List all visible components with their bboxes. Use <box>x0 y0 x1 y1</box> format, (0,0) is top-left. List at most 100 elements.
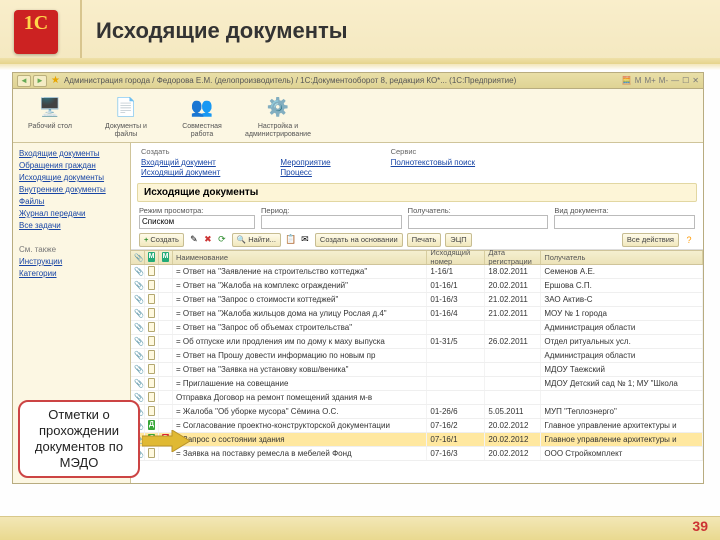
mail-icon[interactable]: ✉ <box>299 234 311 246</box>
table-row[interactable]: = Ответ на "Жалоба на комплекс ограждени… <box>131 279 703 293</box>
table-row[interactable]: ДР= Запрос о состоянии здания07-16/120.0… <box>131 433 703 447</box>
table-row[interactable]: = Ответ на "Жалоба жильцов дома на улицу… <box>131 307 703 321</box>
col-name[interactable]: Наименование <box>173 251 427 264</box>
cell-recipient: МДОУ Таежский <box>541 363 703 376</box>
table-row[interactable]: = Ответ на Прошу довести информацию по н… <box>131 349 703 363</box>
filter-period-label: Период: <box>261 206 402 215</box>
cell-flag2 <box>159 349 173 362</box>
mplus-button[interactable]: M+ <box>644 76 655 85</box>
cell-name: = Ответ на "Жалоба жильцов дома на улицу… <box>173 307 427 320</box>
filter-recipient-input[interactable] <box>408 215 549 229</box>
col-reg[interactable]: Исходящий номер <box>427 251 485 264</box>
sidebar-item-instructions[interactable]: Инструкции <box>19 257 124 266</box>
admin-icon: ⚙️ <box>263 93 293 121</box>
cell-date <box>485 377 541 390</box>
create-button[interactable]: +Создать <box>139 233 184 247</box>
cell-flag1 <box>145 377 159 390</box>
m-button[interactable]: M <box>635 76 642 85</box>
favorite-icon[interactable]: ★ <box>51 75 60 86</box>
table-row[interactable]: = Ответ на "Запрос об объемах строительс… <box>131 321 703 335</box>
calc-icon[interactable]: 🧮 <box>622 76 632 85</box>
cell-reg: 1-16/1 <box>427 265 485 278</box>
documents-icon: 📄 <box>111 93 141 121</box>
cell-name: = Ответ на "Запрос об объемах строительс… <box>173 321 427 334</box>
create-header: Создать <box>141 147 220 156</box>
col-clip[interactable]: 📎 <box>131 251 145 264</box>
col-date[interactable]: Дата регистрации <box>485 251 541 264</box>
table-body: = Ответ на "Заявление на строительство к… <box>131 265 703 483</box>
edit-icon[interactable]: ✎ <box>188 234 200 246</box>
sidebar-item-files[interactable]: Файлы <box>19 197 124 206</box>
table-row[interactable]: = Ответ на "Заявка на установку ковш/вен… <box>131 363 703 377</box>
table-row[interactable]: = Жалоба "Об уборке мусора" Сёмина О.С.0… <box>131 405 703 419</box>
sidebar-item-internal[interactable]: Внутренние документы <box>19 185 124 194</box>
section-desktop[interactable]: 🖥️ Рабочий стол <box>23 93 77 140</box>
table-row[interactable]: = Заявка на поставку ремесла в мебелей Ф… <box>131 447 703 461</box>
close-button[interactable]: ✕ <box>692 76 699 85</box>
col-flag1[interactable]: M <box>145 251 159 264</box>
sidebar-item-tasks[interactable]: Все задачи <box>19 221 124 230</box>
table-row[interactable]: = Ответ на "Заявление на строительство к… <box>131 265 703 279</box>
table-row[interactable]: = Ответ на "Запрос о стоимости коттеджей… <box>131 293 703 307</box>
all-actions-button[interactable]: Все действия <box>622 233 679 247</box>
minimize-button[interactable]: — <box>671 76 679 85</box>
col-flag2[interactable]: M <box>159 251 173 264</box>
fulltext-search-link[interactable]: Полнотекстовый поиск <box>391 158 475 168</box>
find-button[interactable]: 🔍Найти... <box>232 233 281 247</box>
cell-reg: 01-16/3 <box>427 293 485 306</box>
create-event-link[interactable]: Мероприятие <box>280 158 330 168</box>
col-recipient[interactable]: Получатель <box>541 251 703 264</box>
cell-recipient: Администрация области <box>541 349 703 362</box>
cell-name: = Согласование проектно-конструкторской … <box>173 419 427 432</box>
filter-doctype-input[interactable] <box>554 215 695 229</box>
maximize-button[interactable]: ☐ <box>682 76 689 85</box>
section-collab[interactable]: 👥 Совместная работа <box>175 93 229 140</box>
sidebar-item-incoming[interactable]: Входящие документы <box>19 149 124 158</box>
sidebar-item-outgoing[interactable]: Исходящие документы <box>19 173 124 182</box>
create-incoming-link[interactable]: Входящий документ <box>141 158 220 168</box>
cell-reg <box>427 391 485 404</box>
cell-flag1 <box>145 349 159 362</box>
refresh-icon[interactable]: ⟳ <box>216 234 228 246</box>
action-bar: +Создать ✎ ✖ ⟳ 🔍Найти... 📋 ✉ Создать на … <box>131 231 703 250</box>
cell-clip <box>131 307 145 320</box>
sidebar-item-categories[interactable]: Категории <box>19 269 124 278</box>
cell-date: 21.02.2011 <box>485 307 541 320</box>
cell-reg: 01-16/1 <box>427 279 485 292</box>
cell-flag2 <box>159 391 173 404</box>
cell-recipient: Семенов А.Е. <box>541 265 703 278</box>
cell-flag2 <box>159 307 173 320</box>
table-row[interactable]: = Об отпуске или продления им по дому к … <box>131 335 703 349</box>
cell-recipient: ООО Стройкомплект <box>541 447 703 460</box>
create-on-base-button[interactable]: Создать на основании <box>315 233 403 247</box>
delete-icon[interactable]: ✖ <box>202 234 214 246</box>
table-row[interactable]: Отправка Договор на ремонт помещений зда… <box>131 391 703 405</box>
table-row[interactable]: = Приглашение на совещаниеМДОУ Детский с… <box>131 377 703 391</box>
cell-reg: 01-16/4 <box>427 307 485 320</box>
ecp-button[interactable]: ЭЦП <box>445 233 471 247</box>
sidebar-item-appeals[interactable]: Обращения граждан <box>19 161 124 170</box>
cell-date: 20.02.2011 <box>485 279 541 292</box>
create-process-link[interactable]: Процесс <box>280 168 330 178</box>
print-button[interactable]: Печать <box>407 233 442 247</box>
filter-mode-select[interactable] <box>139 215 255 229</box>
create-outgoing-link[interactable]: Исходящий документ <box>141 168 220 178</box>
filter-period-input[interactable] <box>261 215 402 229</box>
cell-recipient: ЗАО Актив-С <box>541 293 703 306</box>
cell-clip <box>131 321 145 334</box>
section-documents[interactable]: 📄 Документы и файлы <box>99 93 153 140</box>
section-admin[interactable]: ⚙️ Настройка и администрирование <box>251 93 305 140</box>
help-icon[interactable]: ? <box>683 234 695 246</box>
cell-name: = Запрос о состоянии здания <box>173 433 427 446</box>
table-row[interactable]: Д= Согласование проектно-конструкторской… <box>131 419 703 433</box>
cell-flag2 <box>159 405 173 418</box>
nav-fwd-button[interactable]: ► <box>33 75 47 87</box>
cell-name: = Ответ на "Запрос о стоимости коттеджей… <box>173 293 427 306</box>
app-logo: 1C <box>14 10 58 54</box>
cell-flag1 <box>145 335 159 348</box>
mminus-button[interactable]: M- <box>659 76 668 85</box>
copy-icon[interactable]: 📋 <box>285 234 297 246</box>
sidebar-item-journal[interactable]: Журнал передачи <box>19 209 124 218</box>
callout-box: Отметки о прохождении документов по МЭДО <box>18 400 140 478</box>
nav-back-button[interactable]: ◄ <box>17 75 31 87</box>
